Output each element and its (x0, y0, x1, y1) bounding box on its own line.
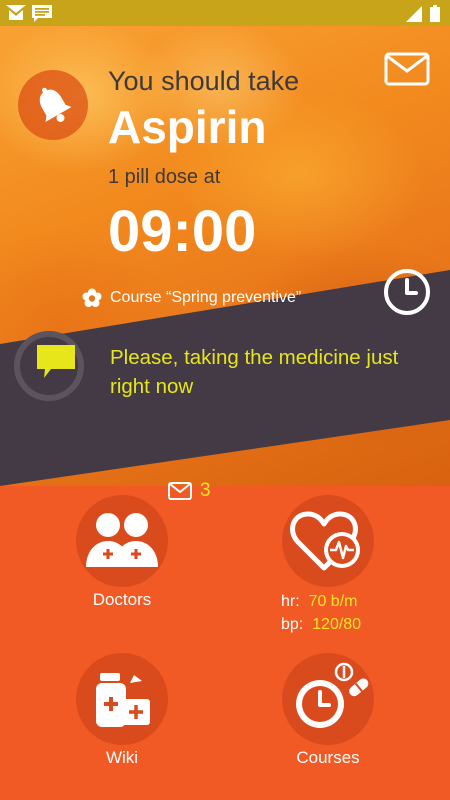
course-name: Course “Spring preventive” (110, 289, 302, 306)
blood-pressure: bp: 120/80 (281, 613, 361, 636)
envelope-icon (168, 482, 192, 500)
status-bar (0, 0, 450, 26)
blood-pressure-label: bp: (281, 616, 304, 633)
bell-icon (39, 87, 72, 123)
medicine-kit-icon (96, 673, 150, 727)
course-clock-icon (296, 662, 369, 728)
unread-badge[interactable]: 3 (168, 480, 211, 502)
unread-count: 3 (200, 480, 211, 501)
flower-icon (82, 288, 102, 307)
heart-rate-label: hr: (281, 593, 300, 610)
courses-label: Courses (296, 748, 360, 767)
doctors-icon (86, 513, 158, 567)
health-button[interactable] (282, 495, 374, 587)
gmail-icon (6, 5, 26, 20)
clock-icon[interactable] (383, 268, 431, 316)
app-screen: You should take Aspirin 1 pill dose at 0… (0, 0, 450, 800)
heart-rate-icon (290, 511, 360, 571)
dose-time: 09:00 (108, 199, 257, 264)
heart-rate-value: 70 b/m (308, 593, 358, 610)
doctors-button[interactable] (76, 495, 168, 587)
mail-icon[interactable] (384, 52, 430, 86)
blood-pressure-value: 120/80 (312, 616, 362, 633)
courses-button[interactable] (282, 653, 374, 745)
signal-icon (406, 6, 422, 22)
message-icon (32, 5, 52, 22)
wiki-label: Wiki (105, 748, 139, 767)
battery-icon (430, 5, 440, 22)
reminder-bell-button[interactable] (18, 70, 88, 140)
vitals: hr: 70 b/m bp: 120/80 (281, 590, 361, 636)
reminder-intro: You should take (108, 66, 300, 96)
doctors-label: Doctors (92, 590, 152, 609)
course-link[interactable]: Course “Spring preventive” (82, 288, 301, 308)
reminder-message: Please, taking the medicine just right n… (110, 346, 399, 398)
heart-rate: hr: 70 b/m (281, 590, 361, 613)
chat-bubble-icon (37, 345, 75, 378)
medicine-name: Aspirin (108, 101, 267, 153)
wiki-button[interactable] (76, 653, 168, 745)
dose-text: 1 pill dose at (108, 166, 221, 188)
